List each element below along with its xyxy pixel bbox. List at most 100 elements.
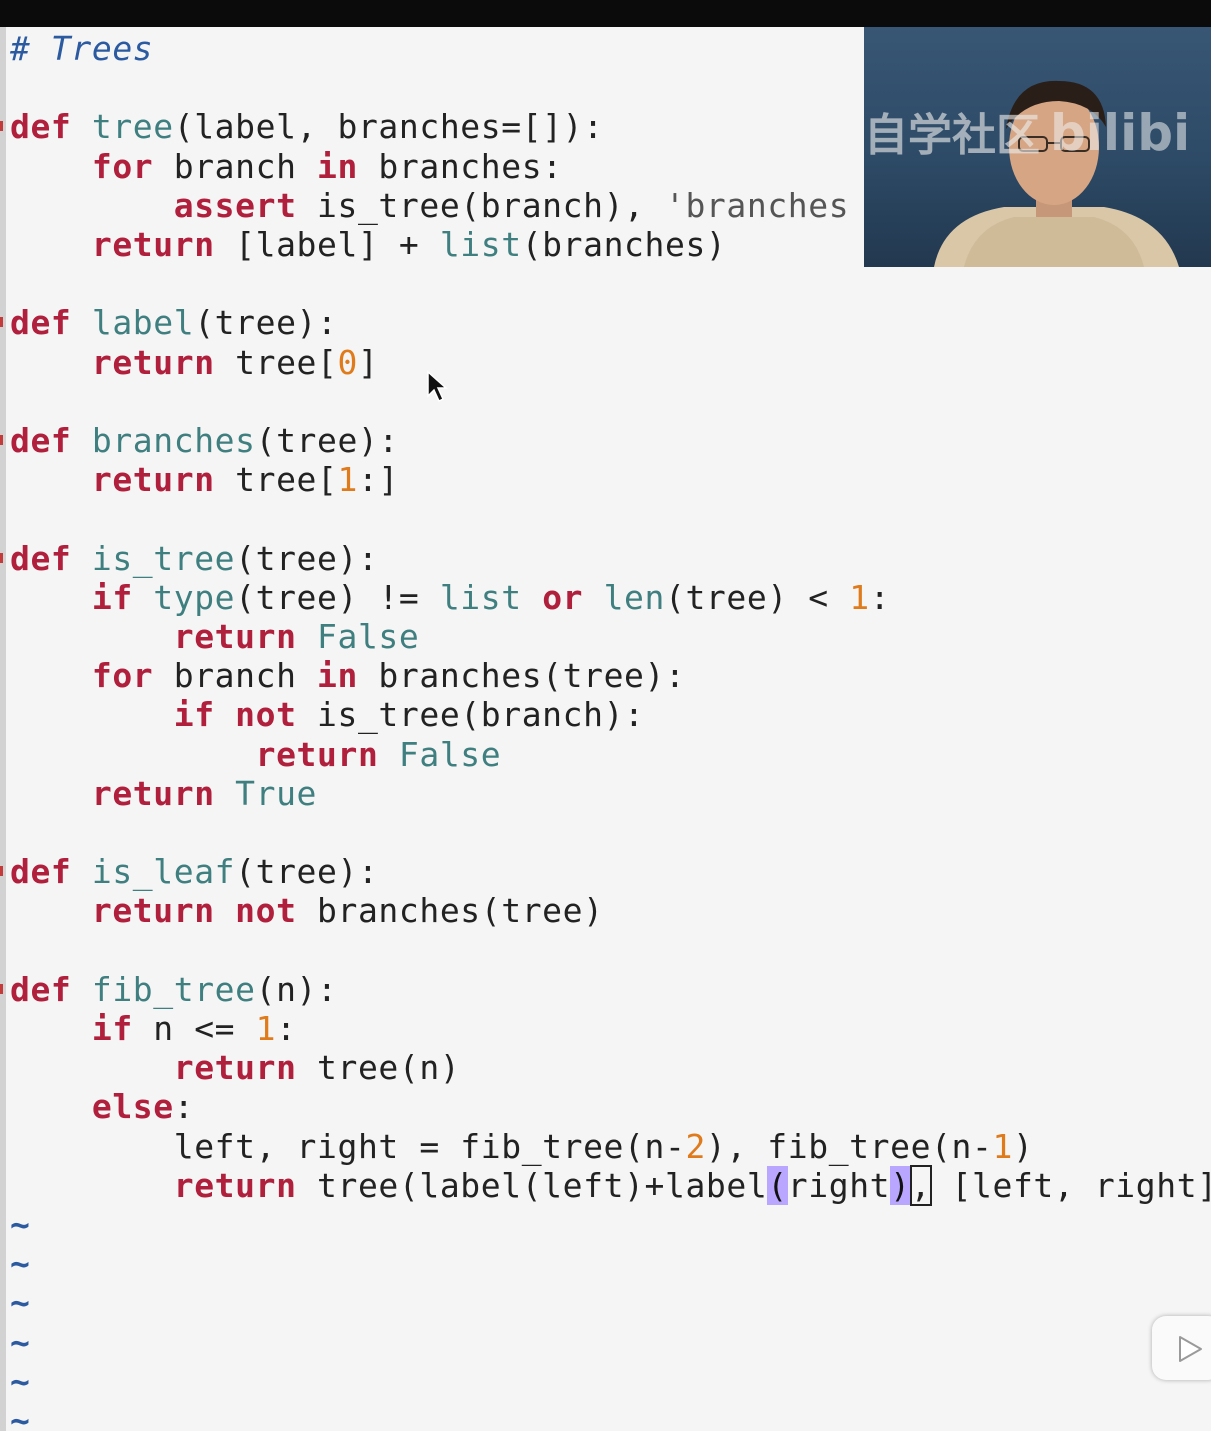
code-token: def xyxy=(10,538,72,578)
code-token: in xyxy=(317,146,358,186)
code-token: branch xyxy=(153,656,318,696)
code-line[interactable]: else: xyxy=(10,1087,194,1126)
code-token: [left, right]) xyxy=(931,1165,1211,1205)
code-line[interactable]: def label(tree): xyxy=(10,303,338,342)
code-line[interactable]: return tree[0] xyxy=(10,343,378,382)
code-line[interactable]: def branches(tree): xyxy=(10,421,399,460)
code-token: return xyxy=(91,225,215,264)
code-token: ) xyxy=(1012,1126,1034,1166)
code-token: (tree) != xyxy=(235,577,440,617)
play-button[interactable] xyxy=(1152,1316,1211,1380)
code-token: 2 xyxy=(685,1126,706,1166)
empty-buffer-line[interactable]: ~ xyxy=(10,1244,30,1283)
empty-buffer-line[interactable]: ~ xyxy=(10,1283,30,1322)
code-line[interactable]: left, right = fib_tree(n-2), fib_tree(n-… xyxy=(10,1127,1033,1166)
code-token: if xyxy=(91,1009,133,1048)
code-token: ~ xyxy=(10,1322,31,1362)
code-line[interactable]: if type(tree) != list or len(tree) < 1: xyxy=(10,578,890,617)
empty-buffer-line[interactable]: ~ xyxy=(10,1362,30,1401)
gutter-fold-marker xyxy=(0,866,3,877)
code-token: (label, branches=[]): xyxy=(173,107,604,147)
code-token: assert xyxy=(173,185,297,225)
code-token: (tree): xyxy=(255,421,399,460)
code-line[interactable]: for branch in branches: xyxy=(10,147,563,186)
code-line[interactable]: def tree(label, branches=[]): xyxy=(10,107,604,146)
empty-buffer-line[interactable]: ~ xyxy=(10,1323,30,1362)
code-line[interactable]: # Trees xyxy=(10,29,153,68)
code-line[interactable]: return False xyxy=(10,735,501,774)
code-line[interactable]: return False xyxy=(10,617,419,656)
code-line[interactable]: def is_tree(tree): xyxy=(10,539,378,578)
code-token: fib_tree xyxy=(91,969,256,1009)
code-token: 1 xyxy=(337,460,358,500)
bilibili-logo: bilibi xyxy=(1050,104,1191,162)
code-line[interactable]: return True xyxy=(10,774,317,813)
code-token: (tree): xyxy=(194,303,338,343)
code-token: not xyxy=(235,891,297,931)
code-line[interactable]: return not branches(tree) xyxy=(10,891,604,930)
code-token: for xyxy=(91,146,154,186)
code-line[interactable]: if n <= 1: xyxy=(10,1009,297,1048)
top-bar xyxy=(0,0,1211,27)
code-line[interactable]: return [label] + list(branches) xyxy=(10,225,726,264)
code-token: ~ xyxy=(10,1401,31,1431)
empty-buffer-line[interactable]: ~ xyxy=(10,1401,30,1431)
code-line[interactable]: def fib_tree(n): xyxy=(10,970,338,1009)
code-token: is_tree xyxy=(91,538,236,578)
code-token: branch xyxy=(153,146,318,186)
code-line[interactable]: return tree(label(left)+label(right), [l… xyxy=(10,1164,1211,1206)
empty-buffer-line[interactable]: ~ xyxy=(10,1205,30,1244)
code-token: (n): xyxy=(255,969,338,1009)
code-token: 1 xyxy=(849,577,870,617)
code-token: (tree) < xyxy=(665,577,850,617)
code-token: for xyxy=(91,656,154,696)
code-token: False xyxy=(398,734,502,774)
code-token: if xyxy=(173,695,215,735)
code-token: ~ xyxy=(10,1205,31,1244)
code-token: False xyxy=(317,617,420,656)
matched-paren: ) xyxy=(890,1165,911,1205)
code-token: branches xyxy=(91,421,256,460)
presenter-video xyxy=(934,80,1179,267)
code-token: n <= xyxy=(132,1009,256,1048)
code-token: return xyxy=(91,460,215,500)
code-token: else xyxy=(91,1087,174,1127)
code-line[interactable]: def is_leaf(tree): xyxy=(10,852,378,891)
code-line[interactable]: return tree(n) xyxy=(10,1048,460,1087)
code-token: label xyxy=(91,303,195,343)
code-line[interactable]: for branch in branches(tree): xyxy=(10,656,685,695)
code-token: return xyxy=(91,891,215,931)
code-token: tree(n) xyxy=(296,1048,461,1088)
code-token: : xyxy=(173,1087,195,1127)
editor-gutter xyxy=(0,27,6,1431)
code-token: : xyxy=(869,577,891,617)
gutter-fold-marker xyxy=(0,317,3,328)
code-token: def xyxy=(10,969,72,1009)
gutter-fold-marker xyxy=(0,121,3,132)
watermark-text: 自学社区 xyxy=(864,110,1040,161)
code-line[interactable]: return tree[1:] xyxy=(10,460,399,499)
code-line[interactable]: if not is_tree(branch): xyxy=(10,695,645,734)
code-line[interactable]: assert is_tree(branch), 'branches mu xyxy=(10,186,911,225)
code-token: list xyxy=(439,577,522,617)
code-token: True xyxy=(235,773,318,813)
code-token: (branches) xyxy=(521,225,727,264)
code-token: def xyxy=(10,303,72,343)
code-token: 1 xyxy=(992,1126,1013,1166)
